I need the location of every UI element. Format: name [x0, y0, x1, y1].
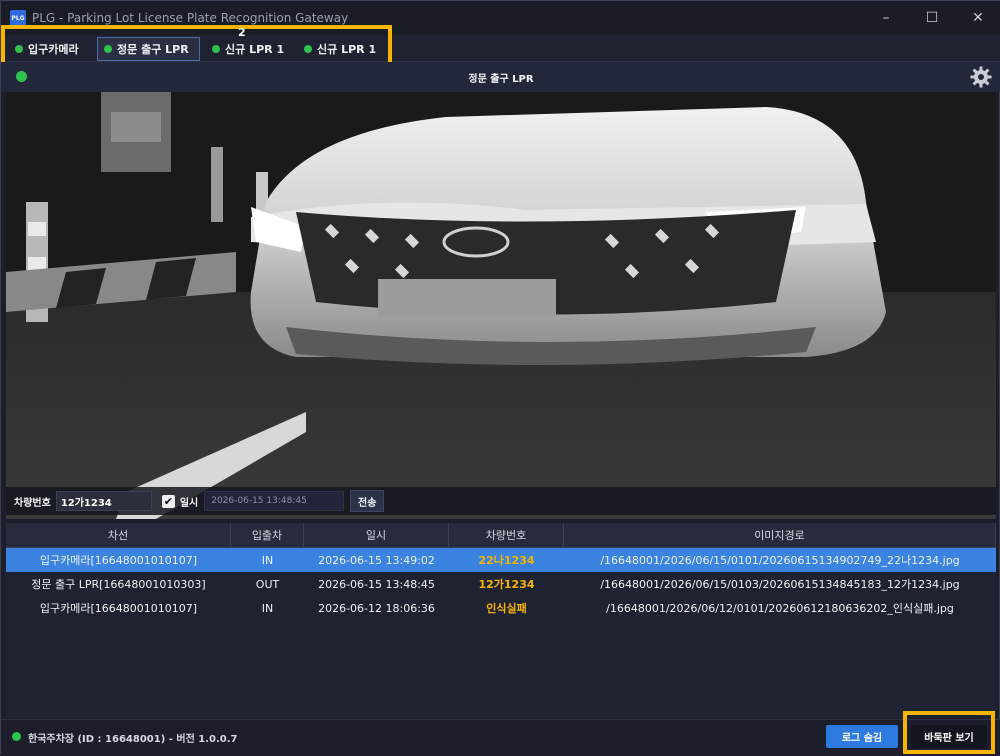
cell-datetime: 2026-06-15 13:48:45 — [318, 577, 435, 591]
cell-direction: OUT — [255, 577, 280, 591]
datetime-label: 일시 — [179, 497, 199, 509]
app-logo: PLG — [10, 10, 26, 26]
column-header-direction[interactable]: 입출차 — [231, 523, 304, 547]
tabs-annotation-number: 2 — [238, 26, 246, 39]
board-view-button[interactable]: 바둑판 보기 — [911, 725, 987, 748]
column-header-lane[interactable]: 차선 — [6, 523, 231, 547]
cell-plate: 12가1234 — [478, 578, 535, 591]
table-header: 차선 입출차 일시 차량번호 이미지경로 — [6, 523, 996, 548]
app-window: PLG PLG - Parking Lot License Plate Reco… — [0, 0, 1000, 756]
camera-title: 정문 출구 LPR — [468, 73, 534, 85]
maximize-button[interactable]: ☐ — [909, 1, 955, 35]
cell-image-path: /16648001/2026/06/15/0101/20260615134902… — [600, 554, 960, 567]
camera-video-feed — [6, 92, 996, 519]
gear-icon[interactable] — [969, 65, 993, 89]
cell-image-path: /16648001/2026/06/12/0101/20260612180636… — [606, 602, 954, 615]
window-title: PLG - Parking Lot License Plate Recognit… — [32, 11, 349, 25]
cell-datetime: 2026-06-15 13:49:02 — [318, 553, 435, 567]
cell-datetime: 2026-06-12 18:06:36 — [318, 601, 435, 615]
table-row[interactable]: 입구카메라[16648001010107] IN 2026-06-12 18:0… — [6, 596, 996, 620]
close-button[interactable]: ✕ — [955, 1, 1000, 35]
cell-direction: IN — [261, 553, 274, 567]
cell-direction: IN — [261, 601, 274, 615]
cell-plate: 인식실패 — [486, 602, 527, 615]
column-header-datetime[interactable]: 일시 — [304, 523, 449, 547]
minimize-button[interactable]: – — [863, 1, 909, 35]
table-row[interactable]: 정문 출구 LPR[16648001010303] OUT 2026-06-15… — [6, 572, 996, 596]
cell-lane: 입구카메라[16648001010107] — [39, 602, 198, 615]
column-header-plate[interactable]: 차량번호 — [449, 523, 564, 547]
column-header-image-path[interactable]: 이미지경로 — [564, 523, 996, 547]
plate-number-label: 차량번호 — [14, 497, 51, 509]
camera-header: 정문 출구 LPR — [1, 62, 1000, 92]
site-info-text: 한국주차장 (ID : 16648001) - 버전 1.0.0.7 — [28, 734, 238, 745]
car-snapshot-image — [6, 92, 996, 519]
plate-number-input[interactable] — [55, 491, 152, 511]
plate-input-bar: 차량번호 ✔ 일시 2026-06-15 13:48:45 전송 — [6, 487, 996, 515]
cell-lane: 입구카메라[16648001010107] — [39, 554, 198, 567]
table-row[interactable]: 입구카메라[16648001010107] IN 2026-06-15 13:4… — [6, 548, 996, 572]
recognition-log-table: 차선 입출차 일시 차량번호 이미지경로 입구카메라[1664800101010… — [6, 523, 996, 718]
cell-image-path: /16648001/2026/06/15/0103/20260615134845… — [600, 578, 960, 591]
datetime-field[interactable]: 2026-06-15 13:48:45 — [204, 491, 345, 511]
camera-status-icon — [16, 71, 27, 82]
connection-status-icon — [12, 732, 21, 741]
send-button[interactable]: 전송 — [350, 490, 385, 512]
cell-lane: 정문 출구 LPR[16648001010303] — [31, 578, 206, 591]
hide-log-button[interactable]: 로그 숨김 — [826, 725, 898, 748]
cell-plate: 22나1234 — [478, 554, 535, 567]
datetime-checkbox[interactable]: ✔ — [161, 494, 175, 508]
